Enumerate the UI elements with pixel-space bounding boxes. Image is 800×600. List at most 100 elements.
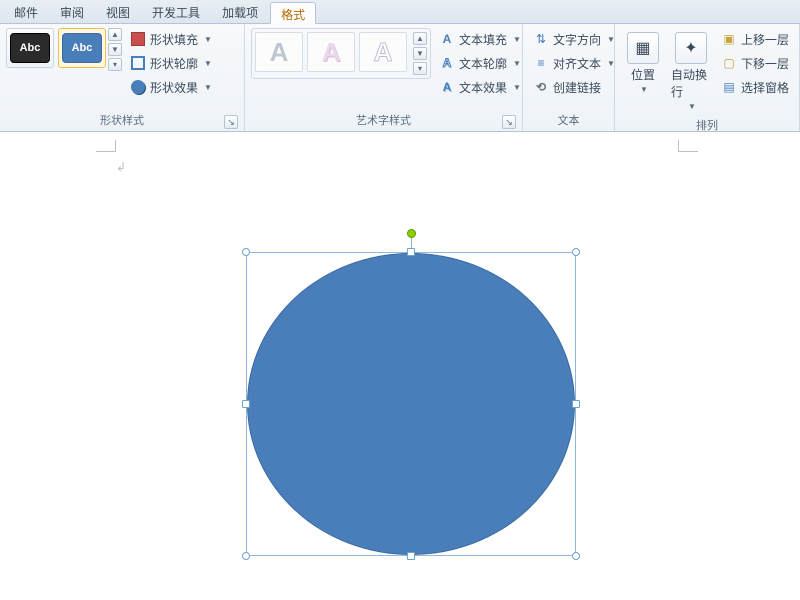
swatch-text: Abc bbox=[62, 33, 102, 63]
create-link-button[interactable]: ⟲ 创建链接 bbox=[529, 76, 619, 98]
text-direction-button[interactable]: ⇅ 文字方向 ▼ bbox=[529, 28, 619, 50]
bring-forward-button[interactable]: ▣ 上移一层 bbox=[717, 28, 793, 50]
wordart-gallery[interactable]: A A A ▲ ▼ ▾ bbox=[251, 28, 431, 79]
chevron-down-icon: ▼ bbox=[607, 59, 615, 68]
shape-effects-label: 形状效果 bbox=[150, 79, 198, 96]
chevron-down-icon: ▼ bbox=[513, 83, 521, 92]
gallery-up-icon[interactable]: ▲ bbox=[108, 28, 122, 41]
resize-handle-br[interactable] bbox=[572, 552, 580, 560]
wrap-text-label: 自动换行 bbox=[671, 66, 711, 100]
group-shape-styles-label: 形状样式 bbox=[100, 115, 144, 127]
shape-effects-button[interactable]: 形状效果 ▼ bbox=[126, 76, 216, 98]
send-backward-label: 下移一层 bbox=[741, 55, 789, 72]
group-arrange: ▦ 位置 ▼ ✦ 自动换行 ▼ ▣ 上移一层 ▢ 下移一层 ▤ bbox=[615, 24, 800, 131]
text-effects-button[interactable]: A 文本效果 ▼ bbox=[435, 76, 525, 98]
align-text-button[interactable]: ≡ 对齐文本 ▼ bbox=[529, 52, 619, 74]
pen-icon bbox=[130, 55, 146, 71]
wrap-text-icon: ✦ bbox=[675, 32, 707, 64]
shape-style-swatch-blue[interactable]: Abc bbox=[58, 28, 106, 68]
shape-fill-button[interactable]: 形状填充 ▼ bbox=[126, 28, 216, 50]
selection-pane-icon: ▤ bbox=[721, 79, 737, 95]
ribbon-tabstrip: 邮件 审阅 视图 开发工具 加载项 格式 bbox=[0, 0, 800, 24]
gallery-scroll: ▲ ▼ ▾ bbox=[108, 28, 122, 71]
bring-forward-icon: ▣ bbox=[721, 31, 737, 47]
tab-format[interactable]: 格式 bbox=[270, 2, 316, 24]
text-fill-label: 文本填充 bbox=[459, 31, 507, 48]
gallery-more-icon[interactable]: ▾ bbox=[108, 58, 122, 71]
dialog-launcher-icon[interactable]: ↘ bbox=[224, 115, 238, 129]
text-fill-icon: A bbox=[439, 31, 455, 47]
effects-icon bbox=[130, 79, 146, 95]
tab-devtools[interactable]: 开发工具 bbox=[142, 1, 210, 23]
chevron-down-icon: ▼ bbox=[513, 35, 521, 44]
shape-outline-button[interactable]: 形状轮廓 ▼ bbox=[126, 52, 216, 74]
tab-mail[interactable]: 邮件 bbox=[4, 1, 48, 23]
wordart-preset[interactable]: A bbox=[359, 32, 407, 72]
group-text-label: 文本 bbox=[557, 115, 579, 127]
chevron-down-icon: ▼ bbox=[688, 102, 696, 111]
resize-handle-tl[interactable] bbox=[242, 248, 250, 256]
gallery-down-icon[interactable]: ▼ bbox=[108, 43, 122, 56]
ribbon: Abc Abc ▲ ▼ ▾ 形状填充 ▼ 形状 bbox=[0, 24, 800, 132]
resize-handle-tr[interactable] bbox=[572, 248, 580, 256]
chevron-down-icon: ▼ bbox=[204, 35, 212, 44]
shape-fill-label: 形状填充 bbox=[150, 31, 198, 48]
chevron-down-icon: ▼ bbox=[607, 35, 615, 44]
shape-ellipse[interactable] bbox=[247, 253, 575, 555]
group-text: ⇅ 文字方向 ▼ ≡ 对齐文本 ▼ ⟲ 创建链接 文本 bbox=[523, 24, 615, 131]
group-shape-styles: Abc Abc ▲ ▼ ▾ 形状填充 ▼ 形状 bbox=[0, 24, 245, 131]
margin-guide-right bbox=[678, 140, 698, 152]
create-link-label: 创建链接 bbox=[553, 79, 601, 96]
shape-style-swatch-dark[interactable]: Abc bbox=[6, 28, 54, 68]
gallery-down-icon[interactable]: ▼ bbox=[413, 47, 427, 60]
tab-addins[interactable]: 加载项 bbox=[212, 1, 268, 23]
text-effects-icon: A bbox=[439, 79, 455, 95]
wordart-preset[interactable]: A bbox=[255, 32, 303, 72]
bucket-icon bbox=[130, 31, 146, 47]
swatch-text: Abc bbox=[10, 33, 50, 63]
selection-pane-button[interactable]: ▤ 选择窗格 bbox=[717, 76, 793, 98]
position-label: 位置 bbox=[631, 66, 655, 83]
text-direction-label: 文字方向 bbox=[553, 31, 601, 48]
resize-handle-bl[interactable] bbox=[242, 552, 250, 560]
link-icon: ⟲ bbox=[533, 79, 549, 95]
dialog-launcher-icon[interactable]: ↘ bbox=[502, 115, 516, 129]
tab-view[interactable]: 视图 bbox=[96, 1, 140, 23]
send-backward-button[interactable]: ▢ 下移一层 bbox=[717, 52, 793, 74]
tab-review[interactable]: 审阅 bbox=[50, 1, 94, 23]
send-backward-icon: ▢ bbox=[721, 55, 737, 71]
position-button[interactable]: ▦ 位置 ▼ bbox=[621, 28, 665, 98]
text-outline-button[interactable]: A 文本轮廓 ▼ bbox=[435, 52, 525, 74]
resize-handle-r[interactable] bbox=[572, 400, 580, 408]
gallery-more-icon[interactable]: ▾ bbox=[413, 62, 427, 75]
align-text-label: 对齐文本 bbox=[553, 55, 601, 72]
text-direction-icon: ⇅ bbox=[533, 31, 549, 47]
align-text-icon: ≡ bbox=[533, 55, 549, 71]
paragraph-mark: ↲ bbox=[116, 160, 126, 174]
group-wordart-label: 艺术字样式 bbox=[356, 115, 411, 127]
shape-outline-label: 形状轮廓 bbox=[150, 55, 198, 72]
resize-handle-l[interactable] bbox=[242, 400, 250, 408]
chevron-down-icon: ▼ bbox=[204, 83, 212, 92]
selection-pane-label: 选择窗格 bbox=[741, 79, 789, 96]
margin-guide-left bbox=[96, 140, 116, 152]
text-fill-button[interactable]: A 文本填充 ▼ bbox=[435, 28, 525, 50]
group-arrange-label: 排列 bbox=[696, 120, 718, 132]
wordart-preset[interactable]: A bbox=[307, 32, 355, 72]
wrap-text-button[interactable]: ✦ 自动换行 ▼ bbox=[669, 28, 713, 115]
chevron-down-icon: ▼ bbox=[640, 85, 648, 94]
gallery-up-icon[interactable]: ▲ bbox=[413, 32, 427, 45]
resize-handle-b[interactable] bbox=[407, 552, 415, 560]
shape-selection-box[interactable] bbox=[246, 252, 576, 556]
chevron-down-icon: ▼ bbox=[204, 59, 212, 68]
text-effects-label: 文本效果 bbox=[459, 79, 507, 96]
group-wordart-styles: A A A ▲ ▼ ▾ A 文本填充 ▼ A 文本轮廓 ▼ bbox=[245, 24, 523, 131]
chevron-down-icon: ▼ bbox=[513, 59, 521, 68]
position-icon: ▦ bbox=[627, 32, 659, 64]
document-canvas[interactable]: ↲ bbox=[0, 132, 800, 600]
bring-forward-label: 上移一层 bbox=[741, 31, 789, 48]
resize-handle-t[interactable] bbox=[407, 248, 415, 256]
rotate-handle[interactable] bbox=[407, 229, 416, 238]
text-outline-label: 文本轮廓 bbox=[459, 55, 507, 72]
text-outline-icon: A bbox=[439, 55, 455, 71]
